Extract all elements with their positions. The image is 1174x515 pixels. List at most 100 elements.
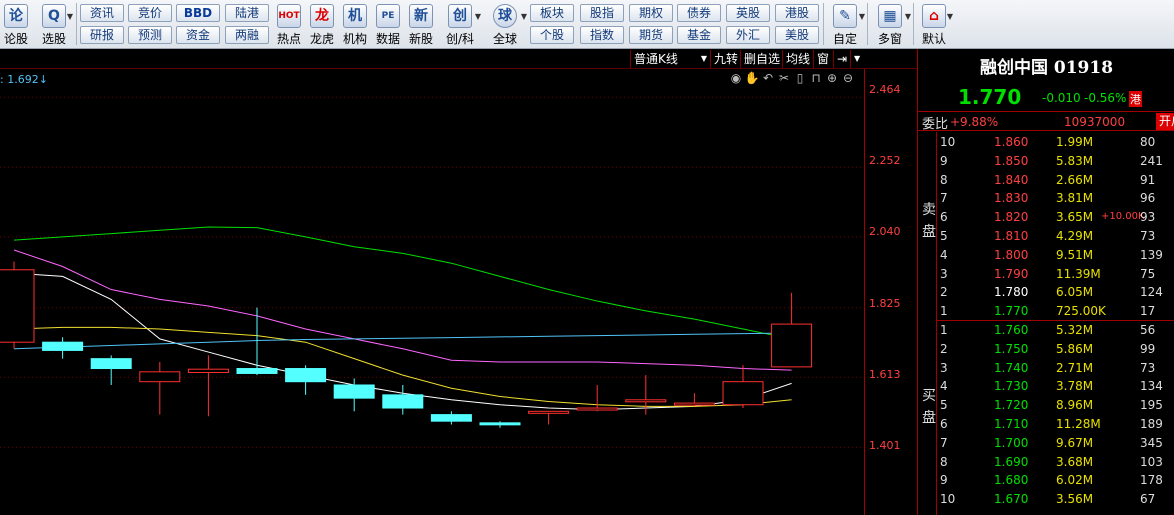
level-price: 1.680	[994, 473, 1029, 488]
sell-level-row[interactable]: 9 1.850 5.83M 241	[918, 152, 1174, 170]
btn-yanbao[interactable]: 研报	[80, 26, 124, 44]
toolbar-shuju-button[interactable]: PE 数据	[374, 0, 402, 49]
sell-level-row[interactable]: 3 1.790 11.39M 75	[918, 265, 1174, 283]
kline-type-select[interactable]: 普通K线 ▼	[630, 50, 710, 68]
candle[interactable]	[90, 355, 132, 385]
sell-level-row[interactable]: 4 1.800 9.51M 139	[918, 246, 1174, 264]
btn-bbd[interactable]: BBD	[176, 4, 220, 22]
btn-bankuai[interactable]: 板块	[530, 4, 574, 22]
candle-body	[0, 269, 35, 343]
btn-zijin[interactable]: 资金	[176, 26, 220, 44]
toolbar-jigou-button[interactable]: 机 机构	[341, 0, 369, 49]
toolbar-quanqiu-button[interactable]: 球 全球 ▼	[484, 0, 527, 49]
sell-level-row[interactable]: 1 1.770 725.00K 17	[918, 302, 1174, 320]
level-volume: 3.78M	[1056, 379, 1094, 394]
buy-level-row[interactable]: 2 1.750 5.86M 99	[918, 340, 1174, 358]
level-number: 4	[940, 247, 948, 262]
candle[interactable]	[722, 365, 764, 409]
toolbar-moren-button[interactable]: ⌂ 默认 ▼	[916, 0, 953, 49]
pe-data-icon: PE	[376, 4, 400, 28]
pin-right-icon[interactable]: ⇥	[833, 50, 850, 68]
btn-guzhi[interactable]: 股指	[580, 4, 624, 22]
buy-level-row[interactable]: 3 1.740 2.71M 73	[918, 359, 1174, 377]
tab-ma-lines[interactable]: 均线	[782, 50, 813, 68]
level-volume: 1.99M	[1056, 135, 1094, 149]
candle[interactable]	[528, 410, 570, 425]
buy-level-row[interactable]: 8 1.690 3.68M 103	[918, 453, 1174, 471]
toolbar-redian-button[interactable]: HOT 热点	[275, 0, 303, 49]
candle[interactable]	[382, 384, 424, 415]
candle[interactable]	[139, 361, 181, 415]
buy-level-row[interactable]: 4 1.730 3.78M 134	[918, 377, 1174, 395]
toolbar-separator	[867, 3, 868, 45]
btn-waihui[interactable]: 外汇	[726, 26, 770, 44]
sell-level-row[interactable]: 7 1.830 3.81M 96	[918, 189, 1174, 207]
sell-level-row[interactable]: 6 1.820 3.65M +10.00K 93	[918, 208, 1174, 226]
chevron-down-icon[interactable]: ▼	[521, 12, 527, 21]
btn-jijin[interactable]: 基金	[677, 26, 721, 44]
toolbar-xingu-button[interactable]: 新 新股	[407, 0, 435, 49]
level-number: 9	[940, 473, 948, 488]
chevron-down-icon[interactable]: ▼	[475, 12, 481, 21]
level-order-count: 195	[1140, 398, 1163, 413]
buy-level-row[interactable]: 1 1.760 5.32M 56	[918, 321, 1174, 339]
chevron-down-icon[interactable]: ▼	[67, 12, 73, 21]
sell-level-row[interactable]: 5 1.810 4.29M 73	[918, 227, 1174, 245]
toolbar-chuangke-button[interactable]: 创 创/科 ▼	[440, 0, 481, 49]
btn-liangrong[interactable]: 两融	[225, 26, 269, 44]
candle[interactable]	[333, 378, 375, 412]
chevron-down-icon[interactable]: ▼	[947, 12, 953, 21]
btn-zixun[interactable]: 资讯	[80, 4, 124, 22]
candle[interactable]	[576, 384, 618, 412]
btn-qiquan[interactable]: 期权	[629, 4, 673, 22]
btn-yuce[interactable]: 预测	[128, 26, 172, 44]
kline-plot[interactable]	[0, 69, 864, 515]
level-order-count: 178	[1140, 473, 1163, 488]
ma-line-2	[13, 249, 792, 371]
level-number: 1	[940, 304, 948, 319]
btn-jingjia[interactable]: 竞价	[128, 4, 172, 22]
candle[interactable]	[0, 261, 35, 349]
tab-remove-watchlist[interactable]: 删自选	[740, 50, 783, 68]
candle[interactable]	[771, 292, 813, 368]
sell-level-row[interactable]: 10 1.860 1.99M 80	[918, 133, 1174, 151]
toolbar-xuangu-button[interactable]: Q 选股 ▼	[36, 0, 73, 49]
tab-window[interactable]: 窗	[813, 50, 832, 68]
candle[interactable]	[430, 411, 472, 425]
open-account-button[interactable]: 开户	[1156, 113, 1174, 130]
toolbar-longhu-button[interactable]: 龙 龙虎	[308, 0, 336, 49]
chevron-down-icon[interactable]: ▼	[905, 12, 911, 21]
buy-level-row[interactable]: 5 1.720 8.96M 195	[918, 396, 1174, 414]
candle[interactable]	[673, 393, 715, 407]
level-price: 1.780	[994, 285, 1029, 300]
sell-level-row[interactable]: 2 1.780 6.05M 124	[918, 283, 1174, 301]
btn-lugang[interactable]: 陆港	[225, 4, 269, 22]
buy-level-row[interactable]: 7 1.700 9.67M 345	[918, 434, 1174, 452]
btn-yinggu[interactable]: 英股	[726, 4, 770, 22]
candle[interactable]	[187, 355, 229, 417]
tab-jiuzhuan[interactable]: 九转	[710, 50, 741, 68]
level-price: 1.710	[994, 417, 1029, 431]
btn-gegu[interactable]: 个股	[530, 26, 574, 44]
candle[interactable]	[479, 421, 521, 428]
candle[interactable]	[285, 365, 327, 395]
level-order-count: 67	[1140, 492, 1156, 507]
level-order-count: 124	[1140, 285, 1163, 300]
toolbar-duochuang-button[interactable]: ▦ 多窗 ▼	[870, 0, 911, 49]
btn-meigu[interactable]: 美股	[775, 26, 819, 44]
toolbar-ziding-button[interactable]: ✎ 自定 ▼	[826, 0, 865, 49]
btn-qihuo[interactable]: 期货	[629, 26, 673, 44]
toolbar-lungu-button[interactable]: 论 论股	[2, 0, 30, 49]
btn-zhishu[interactable]: 指数	[580, 26, 624, 44]
btn-zhaiquan[interactable]: 债券	[677, 4, 721, 22]
chevron-down-icon[interactable]: ▼	[859, 12, 865, 21]
btn-ganggu[interactable]: 港股	[775, 4, 819, 22]
level-order-count: 56	[1140, 323, 1156, 337]
buy-level-row[interactable]: 10 1.670 3.56M 67	[918, 490, 1174, 508]
buy-level-row[interactable]: 6 1.710 11.28M 189	[918, 415, 1174, 433]
order-ratio-volume: 10937000	[1064, 115, 1126, 129]
chevron-down-icon[interactable]: ▼	[850, 50, 863, 68]
sell-level-row[interactable]: 8 1.840 2.66M 91	[918, 171, 1174, 189]
buy-level-row[interactable]: 9 1.680 6.02M 178	[918, 471, 1174, 489]
candle[interactable]	[42, 337, 84, 359]
